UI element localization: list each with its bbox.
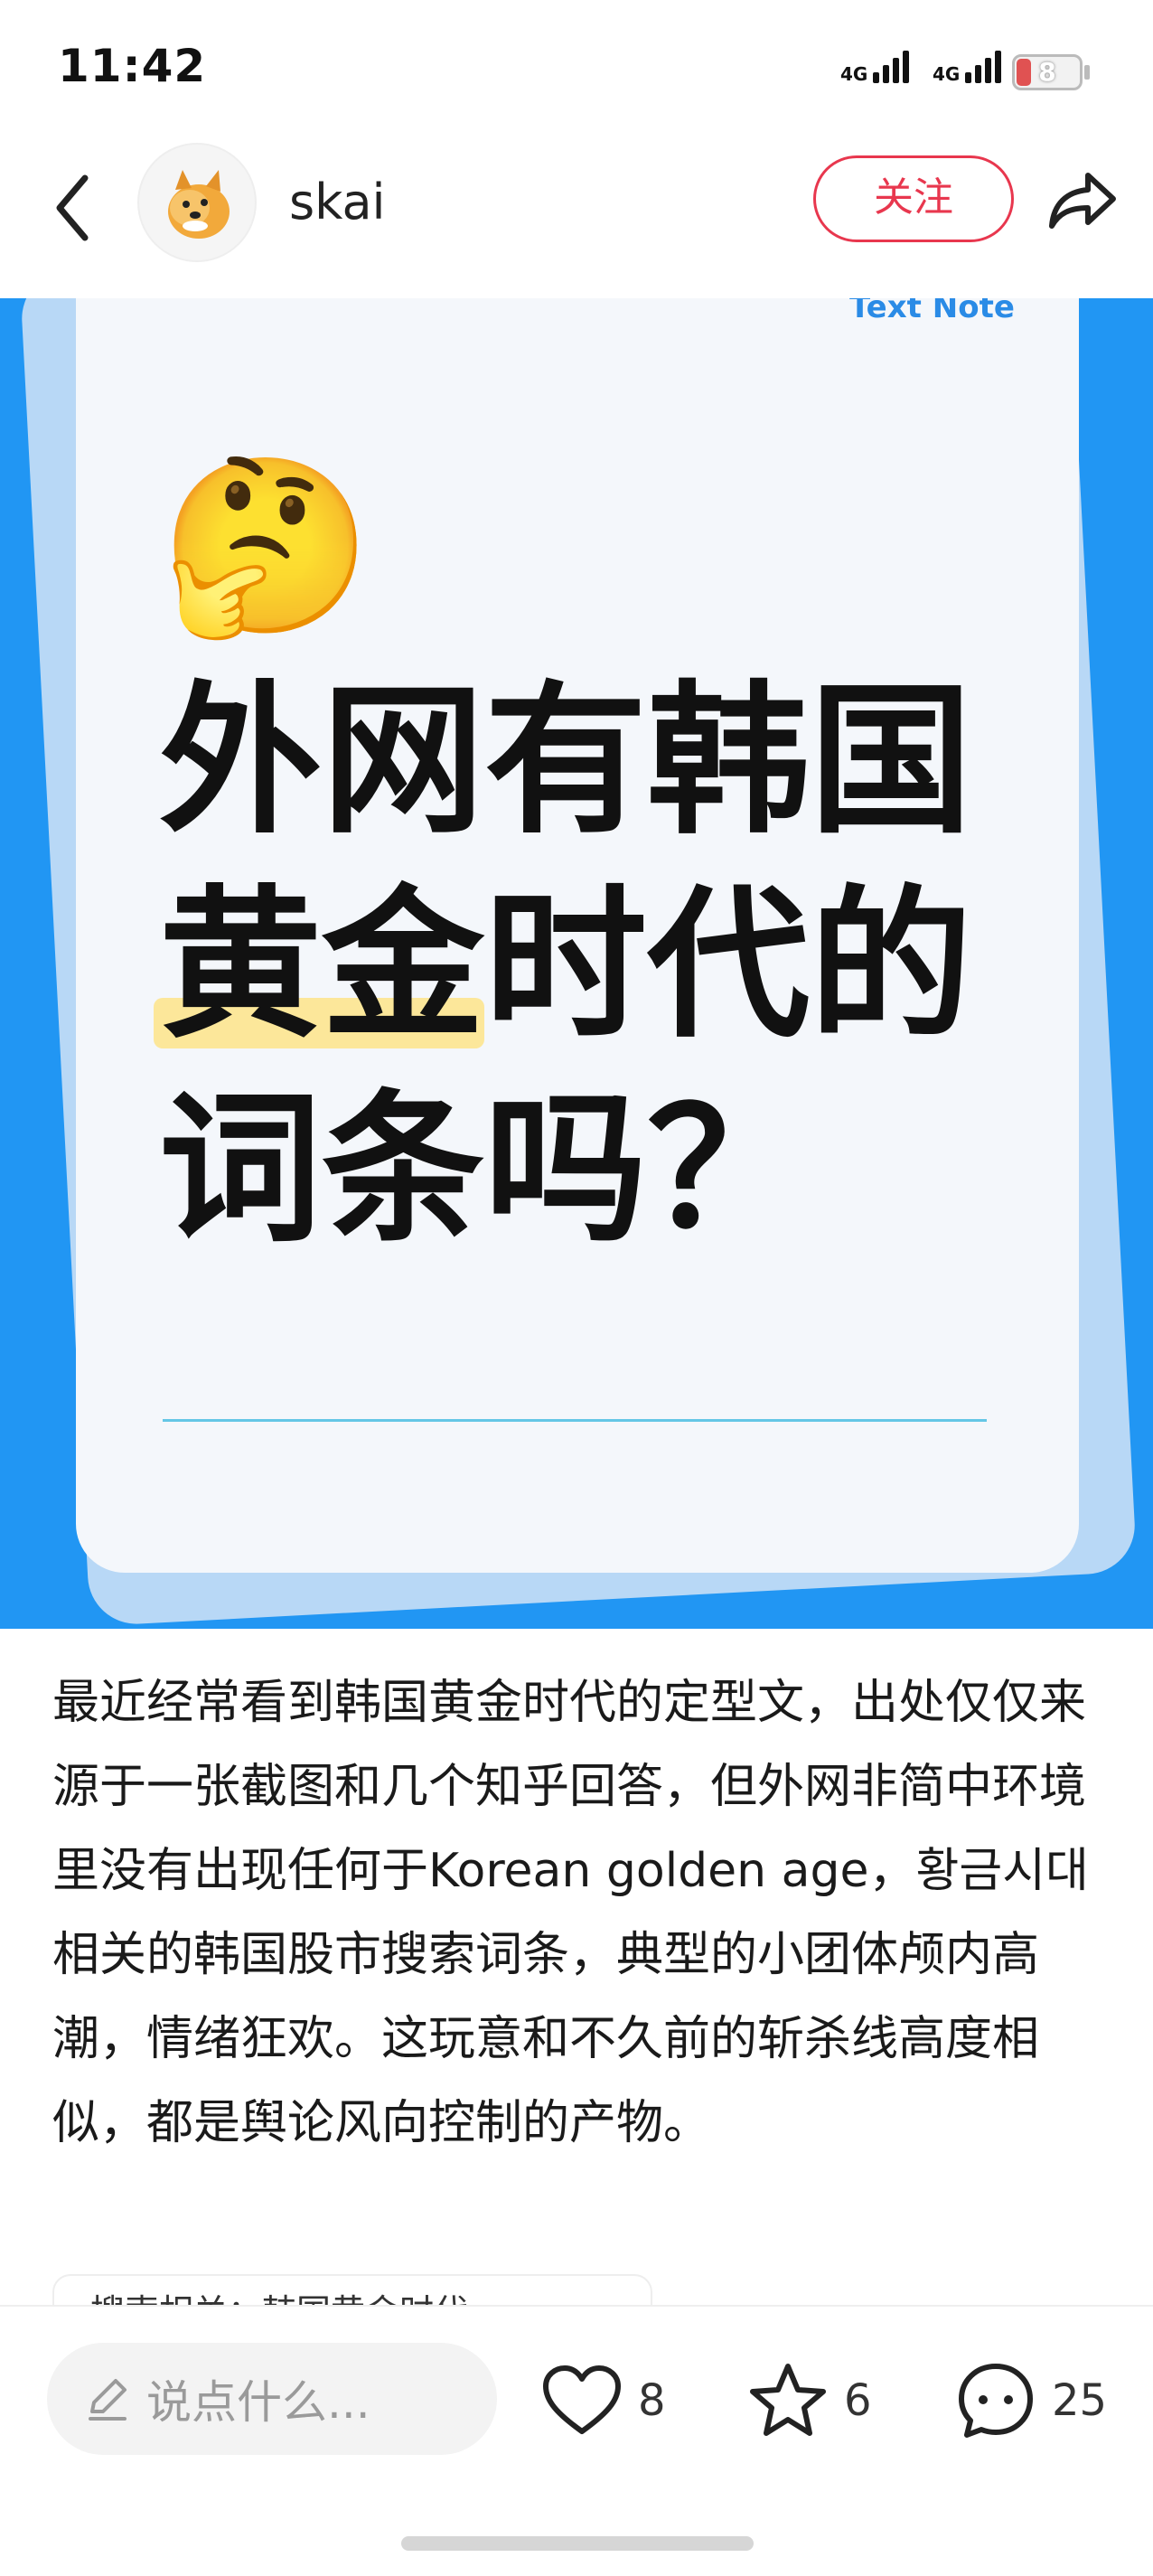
headline-line-3: 词条吗？ — [159, 1076, 811, 1264]
signal-bars-icon — [873, 47, 910, 83]
cellular-signal-1: 4G — [840, 47, 910, 85]
battery-level: 8 — [1038, 57, 1056, 87]
share-icon[interactable] — [1045, 163, 1120, 239]
post-header: skai 关注 — [0, 136, 1153, 298]
comment-input[interactable]: 说点什么... — [47, 2343, 497, 2455]
signal-bars-icon — [965, 47, 1002, 83]
battery-icon: 8 — [1012, 54, 1083, 90]
status-time: 11:42 — [58, 40, 207, 92]
comment-button[interactable]: 25 — [952, 2357, 1107, 2444]
headline-line-2: 黄金时代的 — [153, 864, 973, 1068]
back-arrow-icon[interactable] — [45, 167, 99, 249]
pen-icon — [89, 2379, 127, 2421]
comment-placeholder: 说点什么... — [146, 2376, 370, 2429]
status-bar: 11:42 4G 4G 8 — [0, 0, 1153, 136]
comment-bubble-icon — [959, 2364, 1033, 2438]
thinking-face-icon: 🤔 — [159, 447, 373, 646]
follow-button[interactable]: 关注 — [813, 155, 1014, 242]
comment-count: 25 — [1052, 2375, 1108, 2426]
card-divider — [163, 1419, 987, 1422]
avatar[interactable] — [137, 143, 257, 262]
headline-highlight: 黄金 — [153, 864, 485, 1068]
like-button[interactable]: 8 — [539, 2357, 666, 2444]
battery-tip — [1084, 65, 1090, 80]
like-count: 8 — [638, 2375, 666, 2426]
post-body-text: 最近经常看到韩国黄金时代的定型文，出处仅仅来源于一张截图和几个知乎回答，但外网非… — [52, 1676, 1089, 2150]
bottom-action-bar: 说点什么... 8 6 25 — [0, 2305, 1153, 2576]
brand-label: Text Note — [849, 298, 1015, 325]
headline-line-1: 外网有韩国 — [159, 667, 973, 856]
star-icon — [750, 2364, 826, 2436]
author-username[interactable]: skai — [289, 174, 386, 230]
cellular-signal-2: 4G — [933, 47, 1002, 85]
network-type-label: 4G — [933, 63, 961, 85]
headline-line-2-rest: 时代的 — [484, 871, 973, 1060]
image-headline: 外网有韩国 黄金时代的 词条吗？ — [153, 660, 973, 1273]
home-indicator[interactable] — [401, 2536, 754, 2551]
heart-icon — [543, 2365, 621, 2434]
favorite-count: 6 — [844, 2375, 872, 2426]
favorite-button[interactable]: 6 — [745, 2357, 872, 2444]
dog-avatar-icon — [168, 170, 230, 239]
network-type-label: 4G — [840, 63, 868, 85]
post-image[interactable]: Text Note 🤔 外网有韩国 黄金时代的 词条吗？ — [0, 298, 1153, 1629]
